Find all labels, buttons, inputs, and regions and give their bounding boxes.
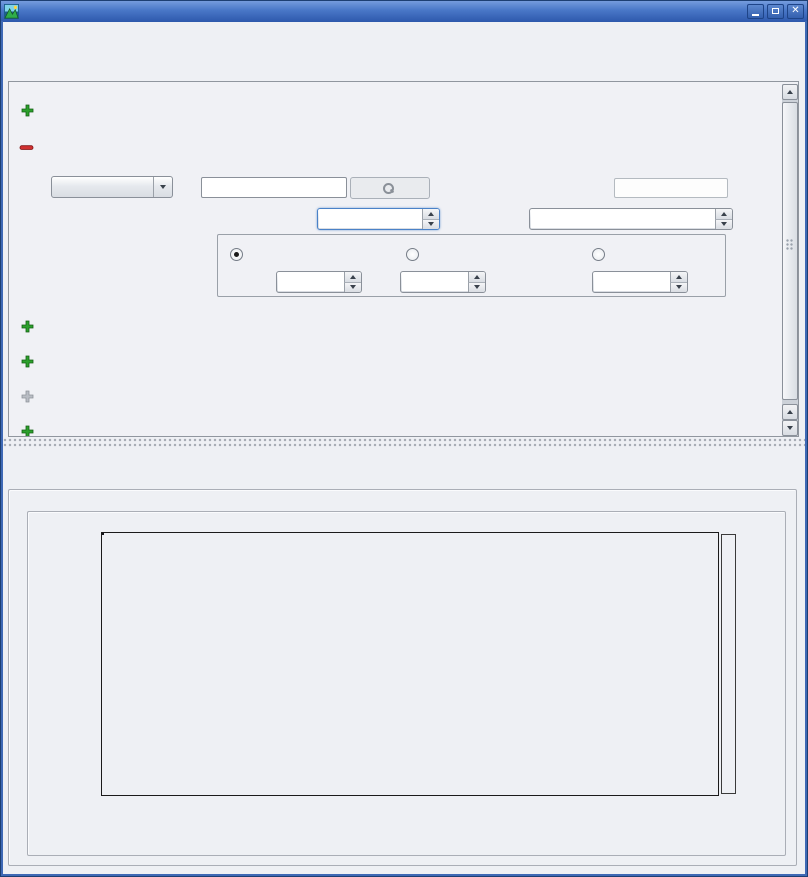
measurement-groupbox: [8, 489, 797, 866]
minimize-icon: [752, 14, 759, 16]
arrow-up-icon: [787, 90, 793, 94]
expand-plus-icon[interactable]: [21, 425, 34, 437]
app-icon: [4, 4, 19, 19]
spin-down-icon: [350, 285, 356, 289]
scrollbar-thumb[interactable]: [782, 102, 798, 400]
scan-mode-combobox[interactable]: [51, 176, 173, 198]
expand-plus-icon[interactable]: [21, 104, 34, 117]
spin-up-icon: [721, 212, 727, 216]
chevron-down-icon: [160, 185, 166, 189]
spin-up-icon: [676, 275, 682, 279]
spin-up-icon: [474, 275, 480, 279]
scroll-up-button[interactable]: [782, 84, 798, 100]
spin-up-icon: [428, 212, 434, 216]
combo-dropdown-button[interactable]: [153, 177, 172, 197]
step-size-spinbox[interactable]: [592, 271, 688, 293]
spin-up-button[interactable]: [468, 272, 485, 283]
spin-down-button[interactable]: [670, 283, 687, 293]
zoom-selection-rect: [102, 533, 104, 535]
spin-up-button[interactable]: [715, 209, 732, 220]
title-bar[interactable]: ✕: [0, 0, 808, 22]
values-from-file-radio[interactable]: [592, 248, 605, 261]
precision-value: [531, 210, 715, 228]
scrollbar-track[interactable]: [782, 100, 798, 404]
spin-up-button[interactable]: [422, 209, 439, 220]
splitter-handle[interactable]: [3, 437, 805, 448]
start-image-groupbox: [27, 511, 786, 856]
number-of-steps-spinbox[interactable]: [317, 208, 440, 230]
to-spinbox[interactable]: [400, 271, 486, 293]
maximize-button[interactable]: [767, 4, 784, 19]
window-border-left: [0, 21, 3, 877]
browse-button[interactable]: [350, 177, 430, 199]
arrow-down-icon: [787, 426, 793, 430]
specific-values-radio[interactable]: [406, 248, 419, 261]
scan-file-input[interactable]: [201, 177, 347, 198]
collapse-minus-icon[interactable]: [19, 141, 34, 154]
spin-up-icon: [350, 275, 356, 279]
spin-down-icon: [474, 285, 480, 289]
expand-plus-icon[interactable]: [21, 355, 34, 368]
minimize-button[interactable]: [747, 4, 764, 19]
step-size-value: [594, 273, 670, 291]
to-value: [402, 273, 468, 291]
spin-up-button[interactable]: [670, 272, 687, 283]
colorbar: [721, 534, 736, 794]
spin-down-button[interactable]: [344, 283, 361, 293]
browse-icon: [382, 182, 394, 194]
close-button[interactable]: ✕: [787, 4, 804, 19]
arrow-up-icon: [787, 410, 793, 414]
spin-up-button[interactable]: [344, 272, 361, 283]
spin-down-button[interactable]: [468, 283, 485, 293]
spin-down-icon: [721, 222, 727, 226]
from-value: [278, 273, 344, 291]
step-options-frame: [217, 234, 726, 297]
tab-bar: [14, 59, 798, 82]
spin-down-button[interactable]: [715, 220, 732, 230]
menu-bar: [3, 22, 805, 50]
constant-step-radio[interactable]: [230, 248, 243, 261]
additional-parameter-input[interactable]: [614, 178, 728, 198]
from-spinbox[interactable]: [276, 271, 362, 293]
spin-down-button[interactable]: [422, 220, 439, 230]
expand-plus-disabled-icon: [21, 390, 34, 403]
vertical-scrollbar[interactable]: [782, 84, 798, 436]
precision-spinbox[interactable]: [529, 208, 733, 230]
spin-down-icon: [676, 285, 682, 289]
heatmap-canvas[interactable]: [102, 533, 718, 795]
app-window: ✕: [0, 0, 808, 877]
plot-canvas-frame: [101, 532, 719, 796]
scroll-up-button-2[interactable]: [782, 404, 798, 420]
close-icon: ✕: [791, 6, 799, 16]
maximize-icon: [772, 8, 779, 14]
actions-tab-pane: [8, 81, 799, 437]
spin-down-icon: [428, 222, 434, 226]
scroll-down-button[interactable]: [782, 420, 798, 436]
expand-plus-icon[interactable]: [21, 320, 34, 333]
